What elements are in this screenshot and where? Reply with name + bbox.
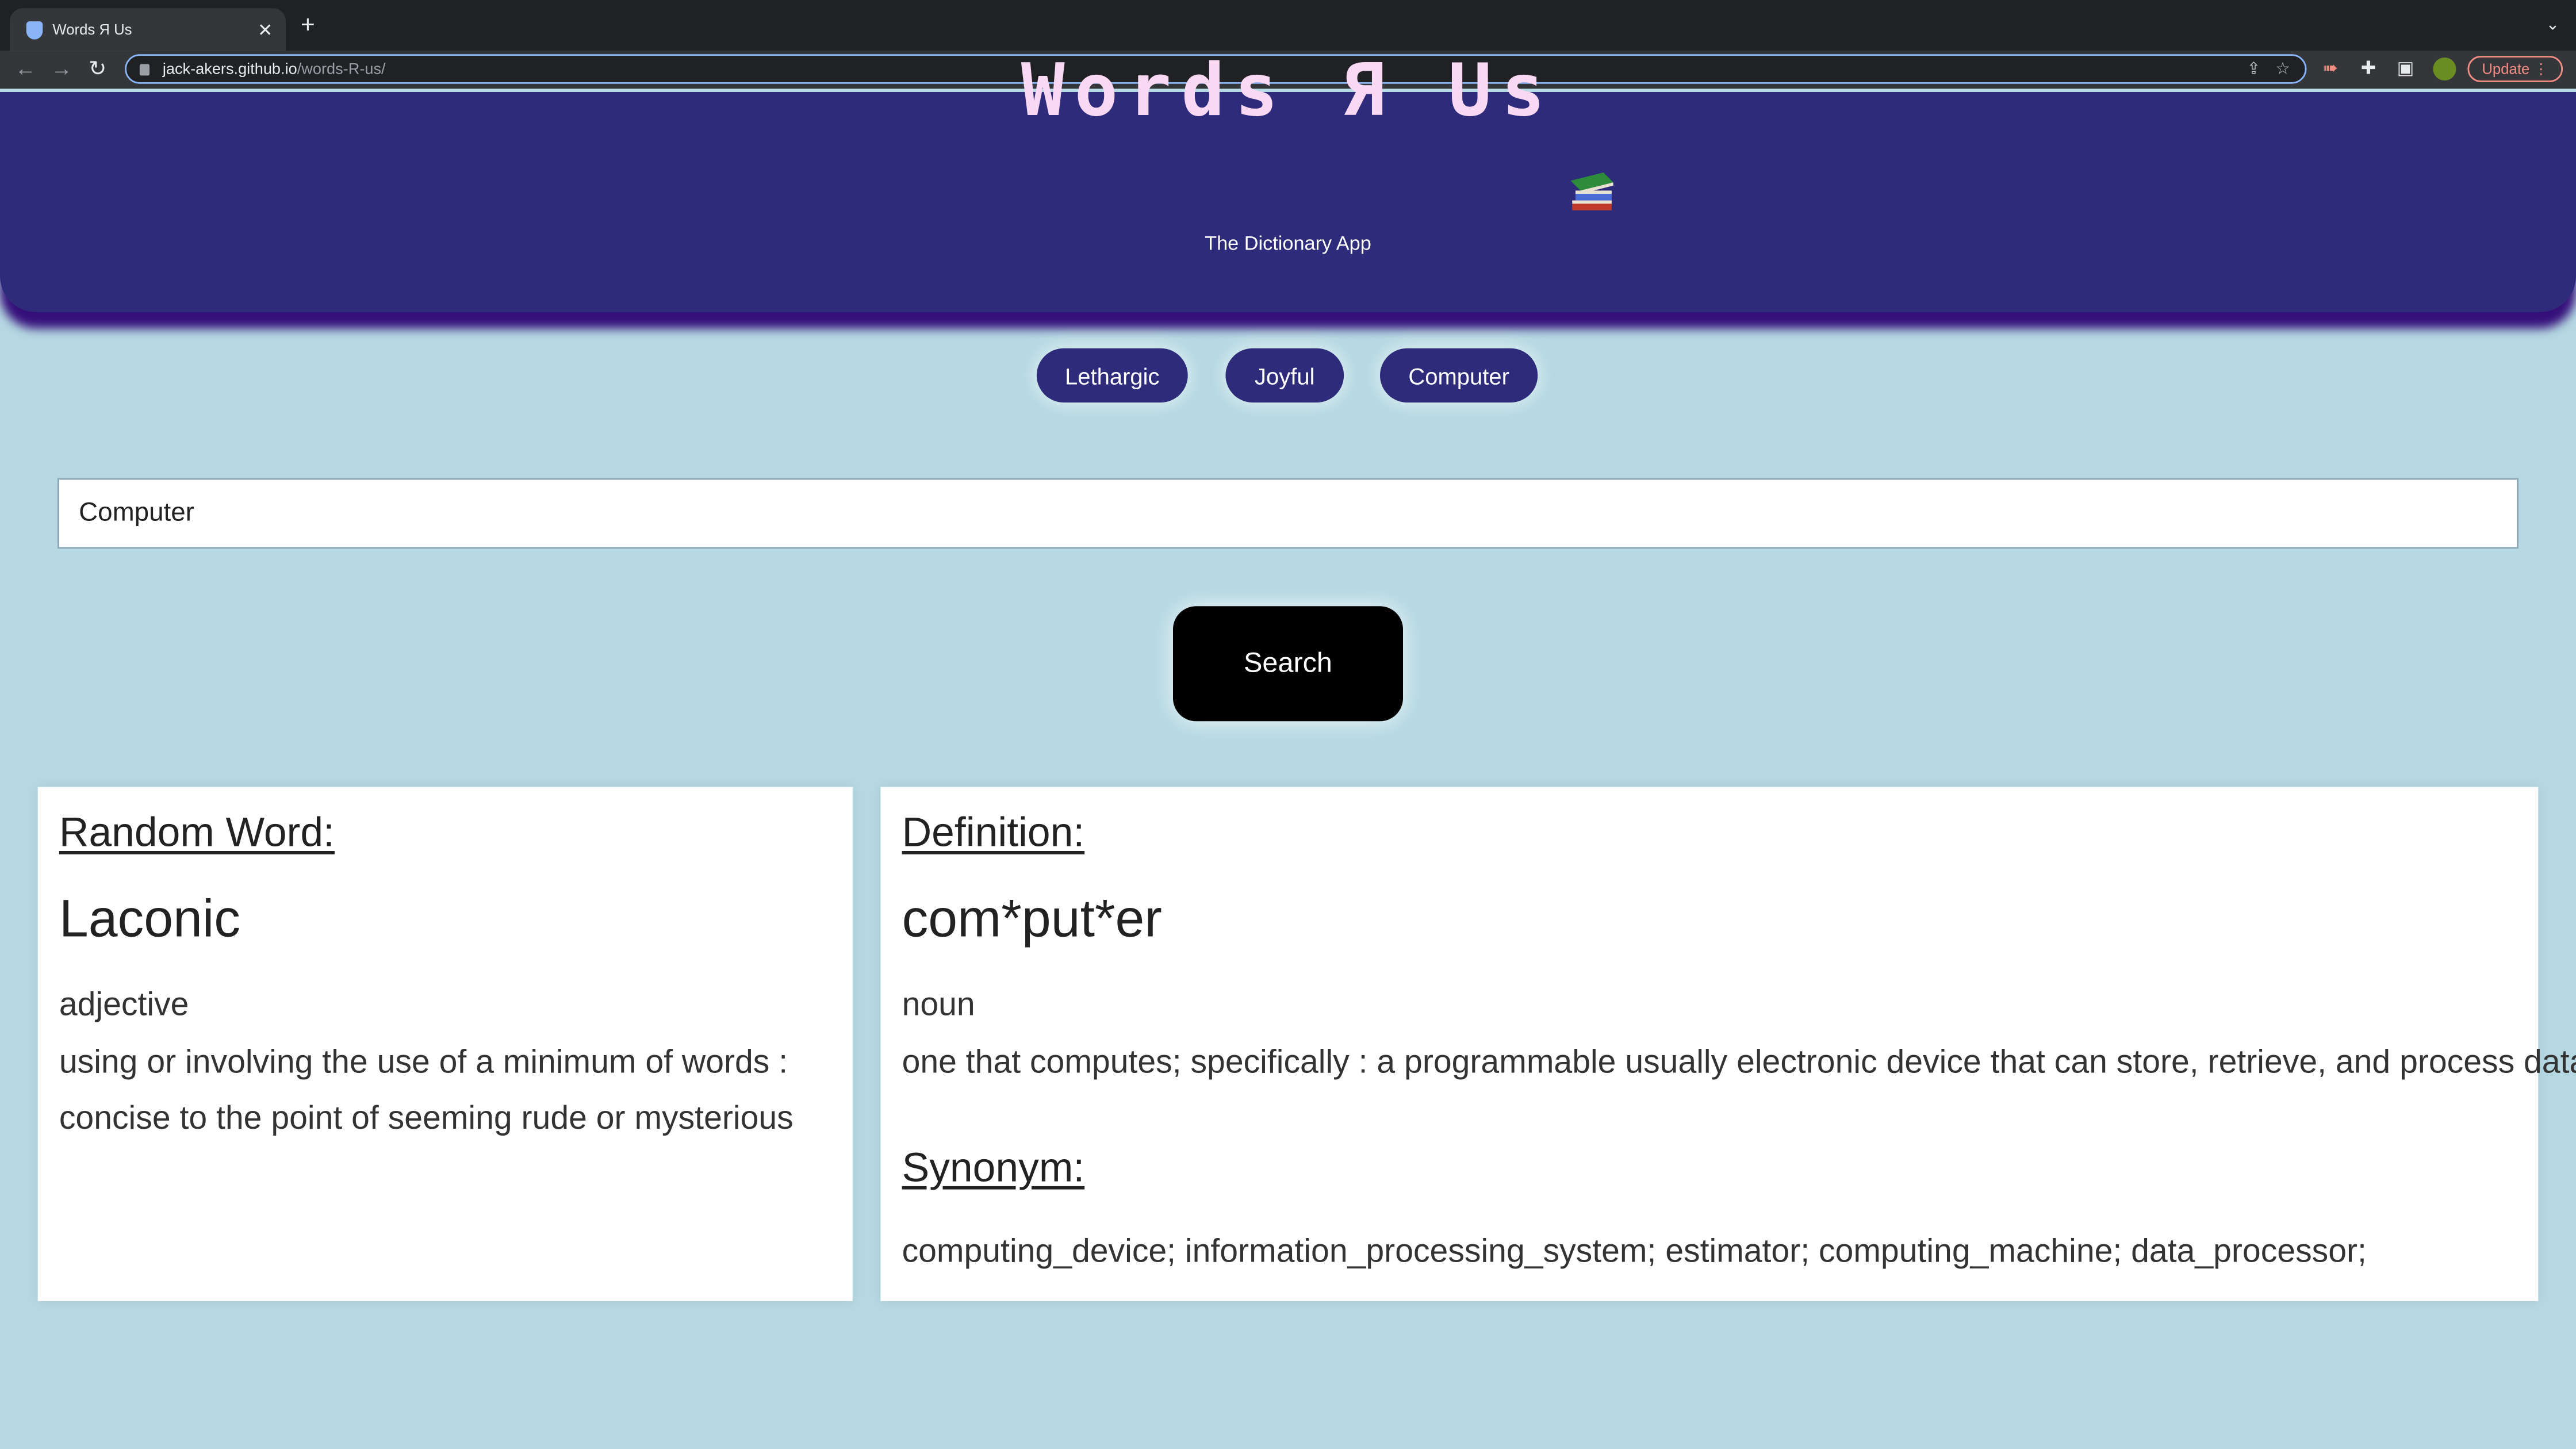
random-word-card: Random Word: Laconic adjective using or … — [37, 787, 853, 1301]
random-word-definition-line-1: using or involving the use of a minimum … — [59, 1045, 788, 1081]
site-favicon-icon — [26, 20, 43, 39]
close-tab-icon[interactable]: ✕ — [258, 19, 273, 40]
quick-word-joyful[interactable]: Joyful — [1225, 348, 1344, 402]
browser-tabstrip: Words Я Us ✕ + ⌄ — [0, 0, 2576, 51]
tab-search-chevron-icon[interactable]: ⌄ — [2546, 17, 2559, 34]
quick-word-lethargic[interactable]: Lethargic — [1036, 348, 1188, 402]
tab-title: Words Я Us — [52, 21, 132, 38]
definition-word: com*put*er — [902, 888, 1162, 948]
synonym-heading: Synonym: — [902, 1145, 1085, 1191]
books-icon — [1570, 172, 1613, 210]
random-word-part-of-speech: adjective — [59, 987, 189, 1023]
definition-part-of-speech: noun — [902, 987, 975, 1023]
site-title: Words Я Us — [1021, 49, 1555, 133]
site-subtitle: The Dictionary App — [1205, 231, 1371, 255]
search-input[interactable] — [57, 478, 2518, 549]
synonym-list: computing_device; information_processing… — [902, 1233, 2367, 1270]
random-word: Laconic — [59, 888, 240, 948]
search-button[interactable]: Search — [1173, 606, 1403, 722]
random-word-heading: Random Word: — [59, 810, 335, 856]
random-word-definition-line-2: concise to the point of seeming rude or … — [59, 1101, 793, 1137]
new-tab-icon[interactable]: + — [301, 13, 315, 38]
browser-tab[interactable]: Words Я Us ✕ — [10, 8, 286, 51]
definition-card: Definition: com*put*er noun one that com… — [880, 787, 2576, 1301]
quick-word-computer[interactable]: Computer — [1380, 348, 1538, 402]
definition-heading: Definition: — [902, 810, 1085, 856]
definition-text: one that computes; specifically : a prog… — [902, 1045, 2576, 1081]
